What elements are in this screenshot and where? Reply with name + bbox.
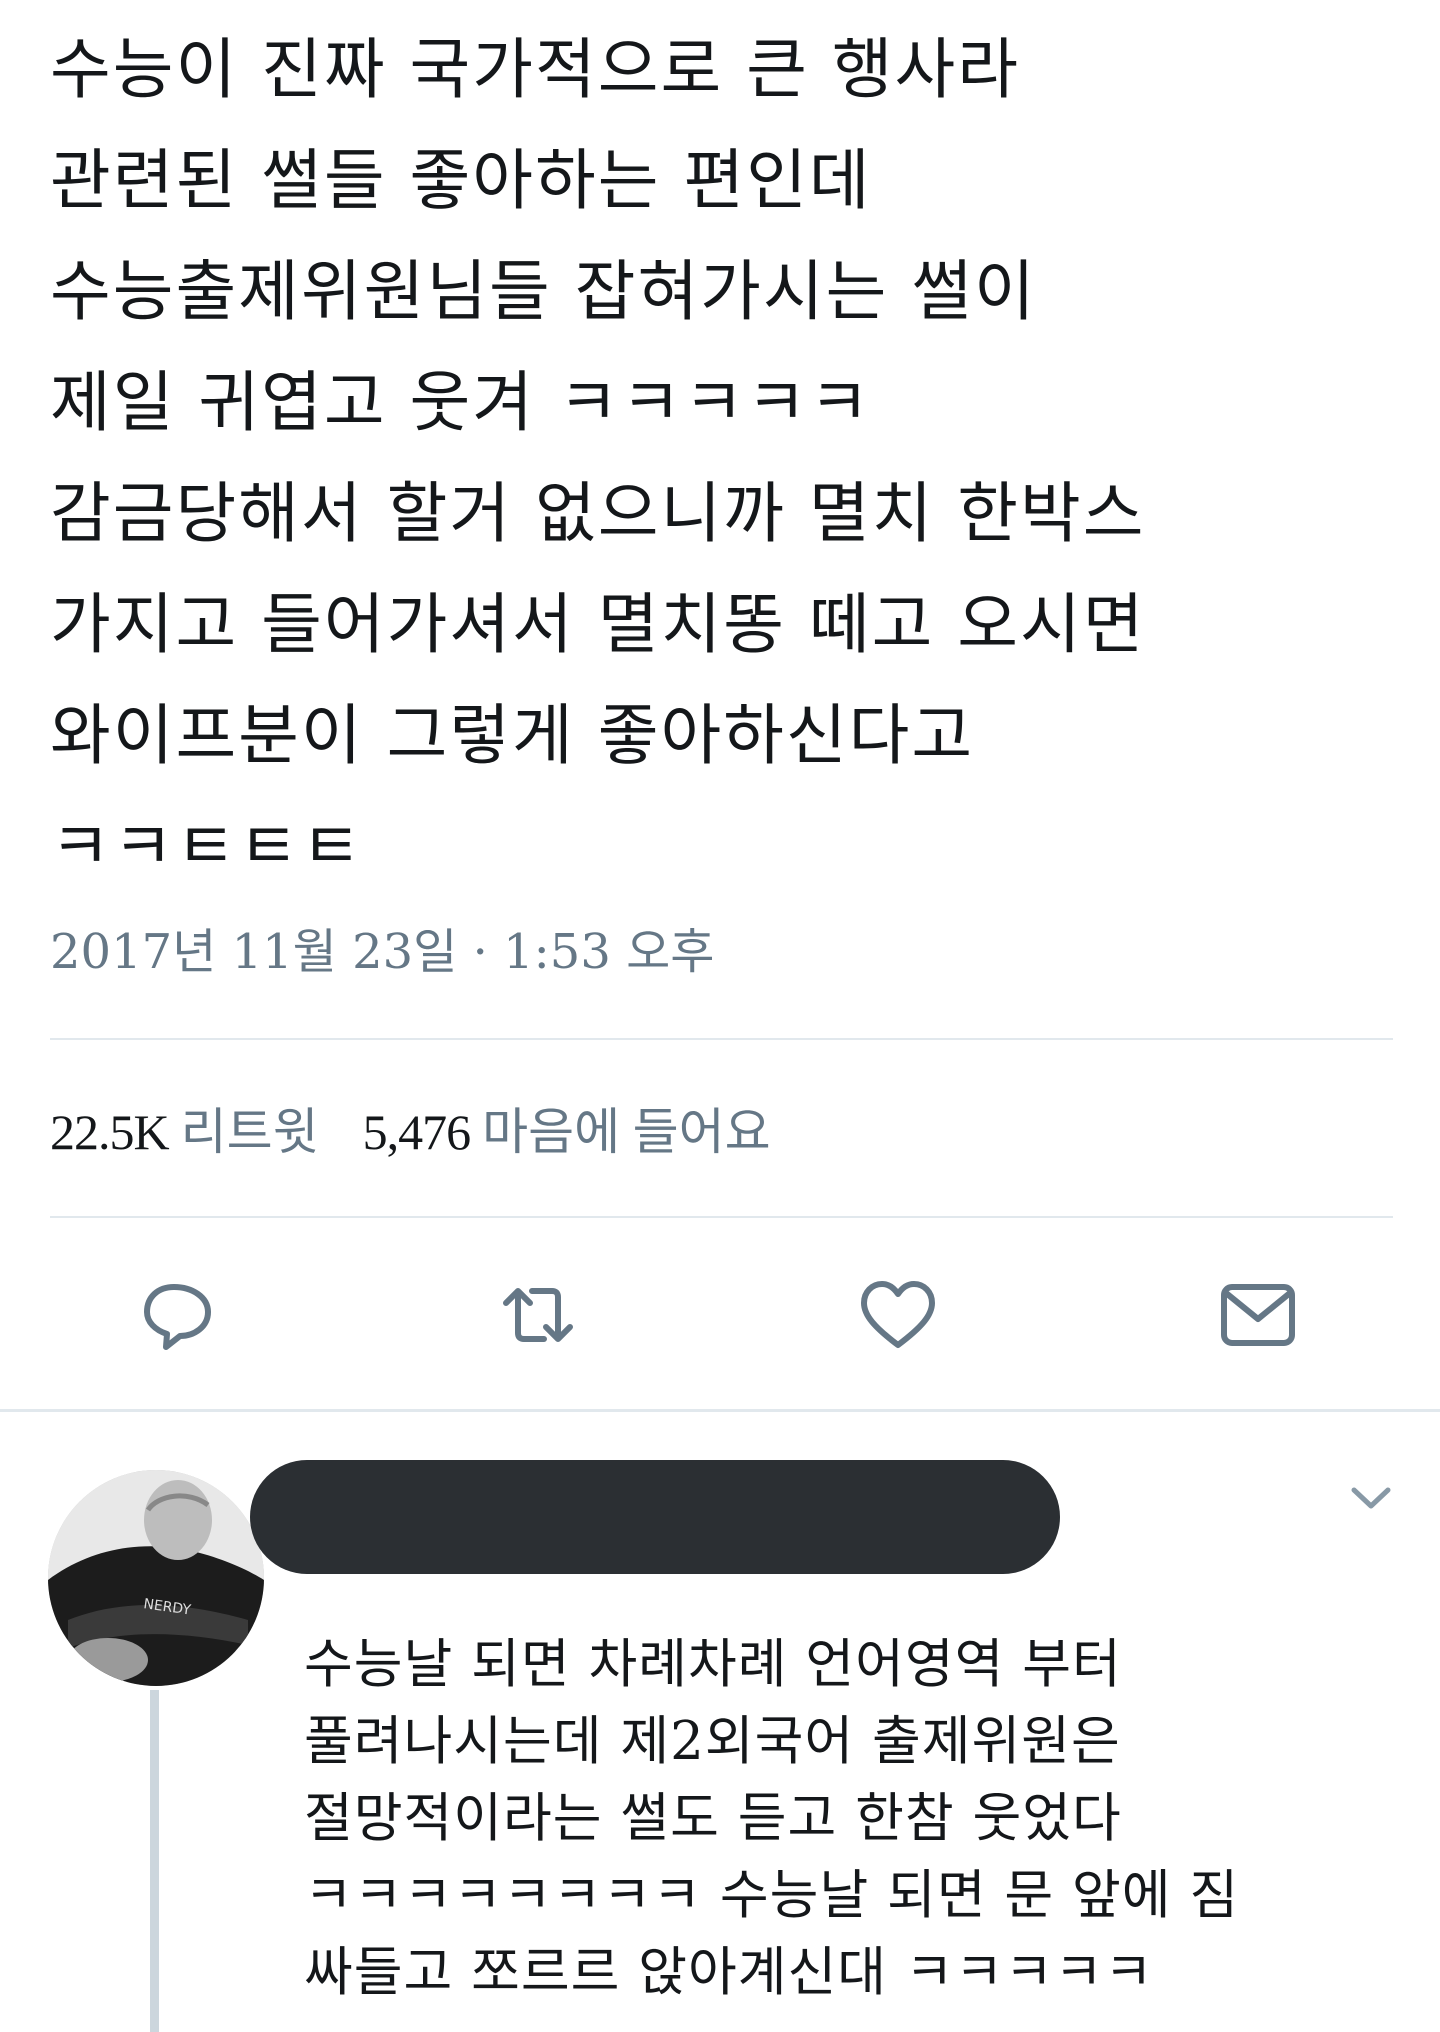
reply-text-line: 수능날 되면 차례차례 언어영역 부터 — [304, 1634, 1122, 1695]
tweet-text-line: 수능출제위원님들 잡혀가시는 썰이 — [50, 253, 1037, 330]
chevron-down-icon[interactable] — [1348, 1478, 1394, 1518]
reply-text-line: 절망적이라는 썰도 듣고 한참 웃었다 — [304, 1788, 1122, 1849]
direct-message-icon[interactable] — [1218, 1275, 1298, 1355]
tweet-text-line: 관련된 썰들 좋아하는 편인데 — [50, 142, 872, 219]
tweet-text-line: 가지고 들어가셔서 멸치똥 떼고 오시면 — [50, 586, 1146, 663]
tweet-text-line: ㅋㅋㅌㅌㅌ — [50, 808, 364, 885]
tweet-text-line: 와이프분이 그렇게 좋아하신다고 — [50, 697, 975, 774]
tweet-stats: 22.5K 리트윗 5,476 마음에 들어요 — [50, 1100, 771, 1164]
tweet-text-line: 수능이 진짜 국가적으로 큰 행사라 — [50, 31, 1020, 108]
retweet-label[interactable]: 리트윗 — [181, 1104, 319, 1160]
reply-text-line: ㅋㅋㅋㅋㅋㅋㅋㅋ 수능날 되면 문 앞에 짐 — [304, 1865, 1240, 1926]
retweet-count[interactable]: 22.5K — [50, 1104, 170, 1160]
reply-text-line: 풀려나시는데 제2외국어 출제위원은 — [304, 1711, 1121, 1772]
reply-body: 수능날 되면 차례차례 언어영역 부터 풀려나시는데 제2외국어 출제위원은 절… — [304, 1626, 1404, 2011]
like-label[interactable]: 마음에 들어요 — [482, 1104, 771, 1160]
retweet-icon[interactable] — [498, 1275, 578, 1355]
like-count[interactable]: 5,476 — [363, 1104, 471, 1160]
divider — [50, 1038, 1393, 1040]
tweet-text-line: 감금당해서 할거 없으니까 멸치 한박스 — [50, 475, 1146, 552]
reply-icon[interactable] — [138, 1275, 218, 1355]
like-icon[interactable] — [858, 1275, 938, 1355]
avatar[interactable]: NERDY — [48, 1470, 264, 1686]
section-divider — [0, 1409, 1440, 1412]
thread-line — [150, 1690, 159, 2032]
tweet-body: 수능이 진짜 국가적으로 큰 행사라 관련된 썰들 좋아하는 편인데 수능출제위… — [50, 14, 1380, 902]
tweet-timestamp[interactable]: 2017년 11월 23일 · 1:53 오후 — [50, 920, 714, 984]
tweet-text-line: 제일 귀엽고 웃겨 ㅋㅋㅋㅋㅋ — [50, 364, 872, 441]
redacted-author-name — [250, 1460, 1060, 1574]
divider — [50, 1216, 1393, 1218]
reply-text-line: 싸들고 쪼르르 앉아계신대 ㅋㅋㅋㅋㅋ — [304, 1942, 1154, 2003]
